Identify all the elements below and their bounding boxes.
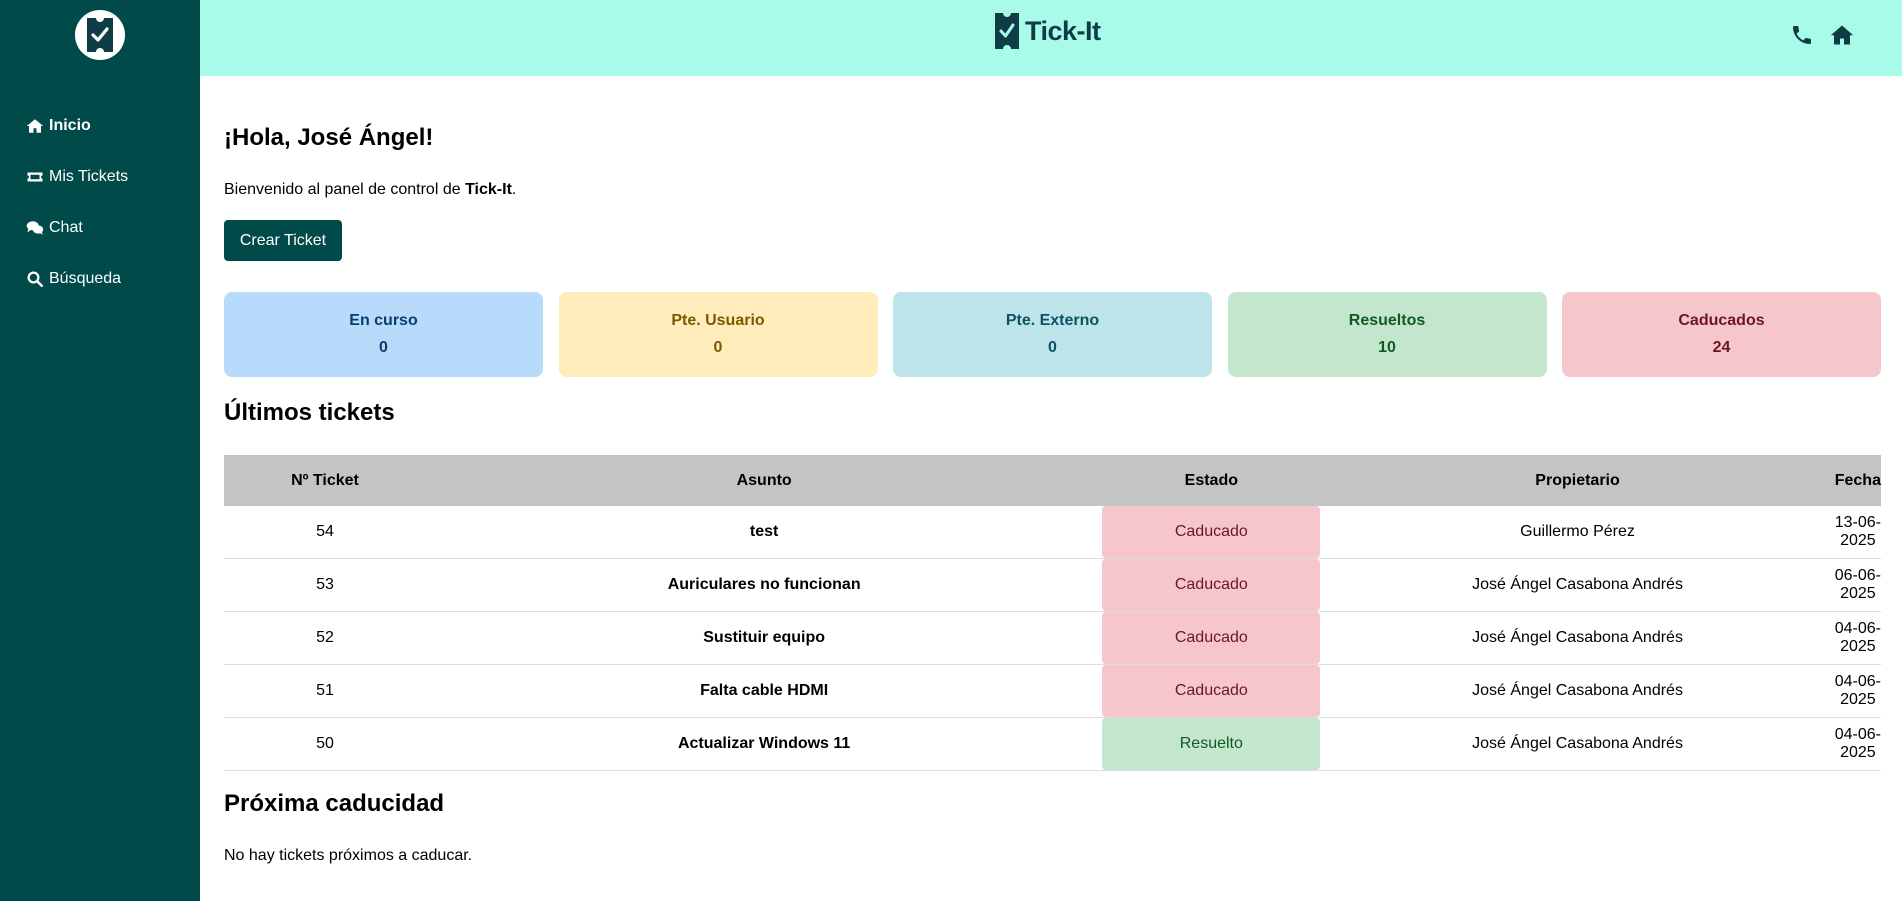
sidebar-item-chat[interactable]: Chat bbox=[0, 202, 200, 253]
sidebar-item-inicio[interactable]: Inicio bbox=[0, 100, 200, 151]
ticket-state-cell: Caducado bbox=[1102, 664, 1321, 718]
stat-label: Pte. Externo bbox=[1005, 312, 1100, 329]
home-button[interactable] bbox=[1830, 23, 1854, 47]
welcome-prefix: Bienvenido al panel de control de bbox=[224, 181, 466, 198]
stat-label: Pte. Usuario bbox=[671, 312, 765, 329]
column-header-state[interactable]: Estado bbox=[1102, 455, 1321, 506]
table-row[interactable]: 53 Auriculares no funcionan Caducado Jos… bbox=[224, 558, 1881, 612]
status-badge: Caducado bbox=[1102, 559, 1321, 611]
sidebar-item-label: Inicio bbox=[49, 116, 91, 134]
ticket-owner: José Ángel Casabona Andrés bbox=[1320, 611, 1835, 665]
stat-value: 0 bbox=[1048, 339, 1057, 356]
ticket-check-logo-icon bbox=[995, 13, 1019, 49]
ticket-date: 06-06-2025 bbox=[1834, 558, 1881, 612]
ticket-date: 04-06-2025 bbox=[1834, 611, 1881, 665]
stat-card-en-curso[interactable]: En curso 0 bbox=[224, 292, 543, 377]
stat-label: Resueltos bbox=[1348, 312, 1426, 329]
ticket-date: 04-06-2025 bbox=[1834, 717, 1881, 771]
status-badge: Resuelto bbox=[1102, 718, 1321, 770]
table-row[interactable]: 54 test Caducado Guillermo Pérez 13-06-2… bbox=[224, 506, 1881, 559]
column-header-date[interactable]: Fecha bbox=[1834, 455, 1881, 506]
ticket-owner: José Ángel Casabona Andrés bbox=[1320, 558, 1835, 612]
welcome-text: Bienvenido al panel de control de Tick-I… bbox=[224, 181, 516, 199]
ticket-subject[interactable]: Auriculares no funcionan bbox=[425, 558, 1103, 612]
sidebar-item-label: Búsqueda bbox=[49, 269, 122, 287]
search-icon bbox=[27, 271, 44, 287]
upcoming-expiry-title: Próxima caducidad bbox=[224, 790, 445, 817]
table-row[interactable]: 52 Sustituir equipo Caducado José Ángel … bbox=[224, 611, 1881, 665]
phone-button[interactable] bbox=[1790, 23, 1814, 47]
ticket-owner: José Ángel Casabona Andrés bbox=[1320, 664, 1835, 718]
ticket-number: 51 bbox=[224, 664, 426, 718]
stat-label: Caducados bbox=[1678, 312, 1765, 329]
app-logo[interactable] bbox=[75, 10, 125, 60]
ticket-number: 54 bbox=[224, 506, 426, 559]
stat-value: 0 bbox=[379, 339, 388, 356]
stat-value: 24 bbox=[1712, 339, 1731, 356]
table-row[interactable]: 50 Actualizar Windows 11 Resuelto José Á… bbox=[224, 717, 1881, 771]
stat-value: 10 bbox=[1378, 339, 1396, 356]
ticket-date: 04-06-2025 bbox=[1834, 664, 1881, 718]
stat-card-pte-usuario[interactable]: Pte. Usuario 0 bbox=[558, 292, 878, 377]
stat-card-caducados[interactable]: Caducados 24 bbox=[1562, 292, 1881, 377]
column-header-owner[interactable]: Propietario bbox=[1320, 455, 1835, 506]
ticket-state-cell: Resuelto bbox=[1102, 717, 1321, 771]
column-header-subject[interactable]: Asunto bbox=[425, 455, 1103, 506]
tickets-table: Nº Ticket Asunto Estado Propietario Fech… bbox=[224, 455, 1881, 771]
create-ticket-button[interactable]: Crear Ticket bbox=[224, 220, 342, 261]
stats-cards: En curso 0 Pte. Usuario 0 Pte. Externo 0… bbox=[224, 292, 1881, 377]
status-badge: Caducado bbox=[1102, 506, 1321, 558]
chat-icon bbox=[26, 220, 44, 235]
status-badge: Caducado bbox=[1102, 612, 1321, 664]
latest-tickets-title: Últimos tickets bbox=[224, 399, 395, 426]
status-badge: Caducado bbox=[1102, 665, 1321, 717]
table-row[interactable]: 51 Falta cable HDMI Caducado José Ángel … bbox=[224, 664, 1881, 718]
home-icon bbox=[26, 118, 44, 133]
brand-name: Tick-It bbox=[1025, 15, 1101, 46]
ticket-state-cell: Caducado bbox=[1102, 558, 1321, 612]
sidebar: Inicio Mis Tickets Chat Búsqueda bbox=[0, 0, 200, 901]
ticket-check-logo-icon bbox=[87, 18, 113, 52]
sidebar-nav: Inicio Mis Tickets Chat Búsqueda bbox=[0, 100, 200, 304]
ticket-number: 50 bbox=[224, 717, 426, 771]
ticket-state-cell: Caducado bbox=[1102, 611, 1321, 665]
ticket-number: 52 bbox=[224, 611, 426, 665]
welcome-brand: Tick-It bbox=[465, 181, 512, 198]
sidebar-item-busqueda[interactable]: Búsqueda bbox=[0, 253, 200, 304]
ticket-owner: José Ángel Casabona Andrés bbox=[1320, 717, 1835, 771]
sidebar-item-label: Chat bbox=[49, 218, 83, 236]
ticket-subject[interactable]: Actualizar Windows 11 bbox=[425, 717, 1103, 771]
ticket-owner: Guillermo Pérez bbox=[1320, 506, 1835, 559]
ticket-subject[interactable]: Sustituir equipo bbox=[425, 611, 1103, 665]
ticket-icon bbox=[27, 172, 43, 181]
welcome-suffix: . bbox=[511, 181, 517, 198]
ticket-number: 53 bbox=[224, 558, 426, 612]
phone-icon bbox=[1793, 26, 1811, 44]
ticket-date: 13-06-2025 bbox=[1834, 506, 1881, 559]
stat-card-pte-externo[interactable]: Pte. Externo 0 bbox=[893, 292, 1212, 377]
column-header-ticket-number[interactable]: Nº Ticket bbox=[224, 455, 426, 506]
home-icon bbox=[1830, 25, 1854, 45]
ticket-state-cell: Caducado bbox=[1102, 506, 1321, 559]
stat-card-resueltos[interactable]: Resueltos 10 bbox=[1227, 292, 1547, 377]
brand[interactable]: Tick-It bbox=[993, 12, 1101, 50]
upcoming-expiry-empty-text: No hay tickets próximos a caducar. bbox=[224, 847, 473, 864]
ticket-subject[interactable]: Falta cable HDMI bbox=[425, 664, 1103, 718]
stat-label: En curso bbox=[349, 312, 418, 329]
sidebar-item-label: Mis Tickets bbox=[49, 167, 129, 185]
sidebar-item-mis-tickets[interactable]: Mis Tickets bbox=[0, 151, 200, 202]
table-header-row: Nº Ticket Asunto Estado Propietario Fech… bbox=[224, 455, 1881, 506]
ticket-subject[interactable]: test bbox=[425, 506, 1103, 559]
page-title: ¡Hola, José Ángel! bbox=[224, 124, 434, 151]
top-bar: Tick-It bbox=[200, 0, 1902, 76]
stat-value: 0 bbox=[713, 339, 723, 356]
